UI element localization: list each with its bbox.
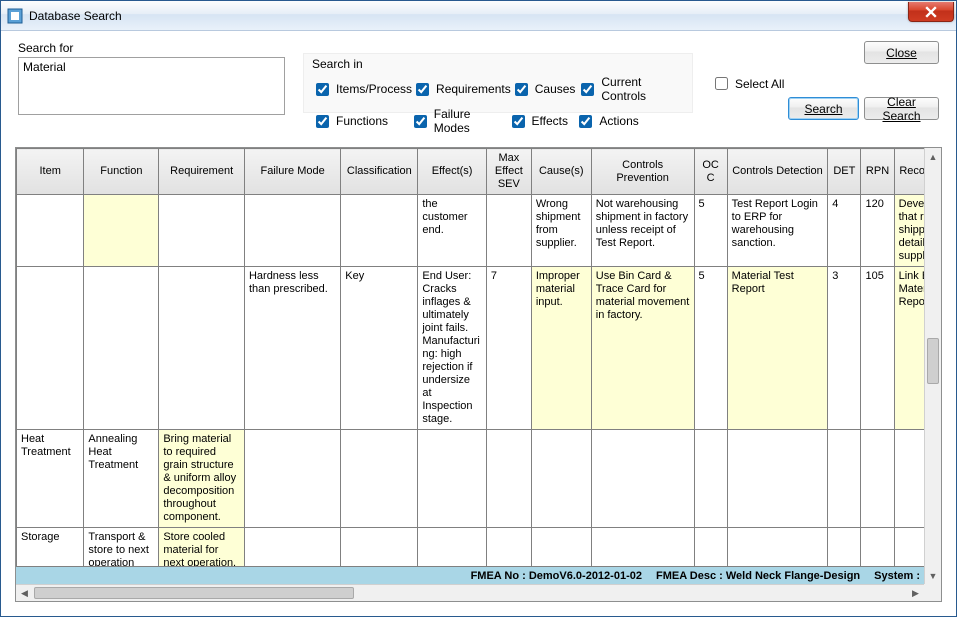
cell-effects[interactable] (418, 430, 487, 528)
cell-failure_mode[interactable] (244, 195, 340, 267)
results-table: Item Function Requirement Failure Mode C… (16, 148, 924, 574)
scroll-right-icon[interactable]: ▶ (907, 585, 924, 601)
col-detection[interactable]: Controls Detection (727, 149, 828, 195)
cb-items-process[interactable]: Items/Process (312, 75, 412, 103)
titlebar: Database Search (1, 1, 956, 31)
col-occ[interactable]: OCC (694, 149, 727, 195)
search-input[interactable] (18, 57, 285, 115)
col-effects[interactable]: Effect(s) (418, 149, 487, 195)
cell-actions[interactable] (894, 430, 924, 528)
cell-detection[interactable] (727, 430, 828, 528)
cell-prevention[interactable]: Not warehousing shipment in factory unle… (591, 195, 694, 267)
cell-det[interactable] (828, 430, 861, 528)
scroll-down-icon[interactable]: ▼ (925, 567, 941, 584)
table-row[interactable]: Heat TreatmentAnnealing Heat TreatmentBr… (17, 430, 925, 528)
cell-occ[interactable]: 5 (694, 195, 727, 267)
scroll-up-icon[interactable]: ▲ (925, 148, 941, 165)
search-for-label: Search for (18, 41, 73, 55)
cell-rpn[interactable]: 120 (861, 195, 894, 267)
cell-actions[interactable]: Link Bin Car Material Te Report. (894, 267, 924, 430)
col-actions[interactable]: Recomm Actio (894, 149, 924, 195)
cb-effects[interactable]: Effects (508, 107, 576, 135)
results-grid: Item Function Requirement Failure Mode C… (15, 147, 942, 602)
app-icon (7, 8, 23, 24)
cell-prevention[interactable]: Use Bin Card & Trace Card for material m… (591, 267, 694, 430)
search-in-label: Search in (312, 57, 684, 71)
cell-item[interactable] (17, 267, 84, 430)
col-causes[interactable]: Cause(s) (531, 149, 591, 195)
col-item[interactable]: Item (17, 149, 84, 195)
cell-prevention[interactable] (591, 430, 694, 528)
cb-functions[interactable]: Functions (312, 107, 410, 135)
cell-classification[interactable] (341, 195, 418, 267)
cb-failure-modes[interactable]: Failure Modes (410, 107, 508, 135)
content-area: Search for Search in Items/Process Requi… (1, 31, 956, 616)
search-in-group: Search in Items/Process Requirements Cau… (303, 53, 693, 113)
cell-classification[interactable] (341, 430, 418, 528)
col-prevention[interactable]: Controls Prevention (591, 149, 694, 195)
search-button[interactable]: Search (788, 97, 859, 120)
col-requirement[interactable]: Requirement (159, 149, 245, 195)
cell-detection[interactable]: Test Report Login to ERP for warehousing… (727, 195, 828, 267)
cell-actions[interactable]: Develop pro that require shipping ma det… (894, 195, 924, 267)
cell-det[interactable]: 4 (828, 195, 861, 267)
cell-function[interactable] (84, 267, 159, 430)
cell-rpn[interactable] (861, 430, 894, 528)
cell-item[interactable] (17, 195, 84, 267)
cell-classification[interactable]: Key (341, 267, 418, 430)
col-det[interactable]: DET (828, 149, 861, 195)
window-close-button[interactable] (908, 2, 954, 22)
col-function[interactable]: Function (84, 149, 159, 195)
cell-causes[interactable]: Improper material input. (531, 267, 591, 430)
cb-causes[interactable]: Causes (511, 75, 578, 103)
col-classification[interactable]: Classification (341, 149, 418, 195)
cell-requirement[interactable] (159, 195, 245, 267)
header-row: Item Function Requirement Failure Mode C… (17, 149, 925, 195)
cell-sev[interactable] (486, 430, 531, 528)
database-search-window: Database Search Search for Search in Ite… (0, 0, 957, 617)
cell-item[interactable]: Heat Treatment (17, 430, 84, 528)
cb-actions[interactable]: Actions (575, 107, 684, 135)
horizontal-scrollbar[interactable]: ◀ ▶ (16, 584, 924, 601)
cb-select-all[interactable]: Select All (711, 74, 784, 93)
cell-function[interactable] (84, 195, 159, 267)
col-sev[interactable]: Max Effect SEV (486, 149, 531, 195)
cell-occ[interactable] (694, 430, 727, 528)
col-failure-mode[interactable]: Failure Mode (244, 149, 340, 195)
cell-requirement[interactable]: Bring material to required grain structu… (159, 430, 245, 528)
cell-causes[interactable]: Wrong shipment from supplier. (531, 195, 591, 267)
window-title: Database Search (29, 9, 122, 23)
table-row[interactable]: Hardness less than prescribed.KeyEnd Use… (17, 267, 925, 430)
vertical-scrollbar[interactable]: ▲ ▼ (924, 148, 941, 584)
summary-bar: FMEA No : DemoV6.0-2012-01-02 FMEA Desc … (16, 566, 924, 584)
cell-failure_mode[interactable] (244, 430, 340, 528)
cell-occ[interactable]: 5 (694, 267, 727, 430)
close-icon (925, 6, 937, 18)
cell-function[interactable]: Annealing Heat Treatment (84, 430, 159, 528)
table-row[interactable]: the customer end. Wrong shipment from sup… (17, 195, 925, 267)
cell-requirement[interactable] (159, 267, 245, 430)
col-rpn[interactable]: RPN (861, 149, 894, 195)
cell-detection[interactable]: Material Test Report (727, 267, 828, 430)
clear-search-button[interactable]: Clear Search (864, 97, 939, 120)
cb-current-controls[interactable]: Current Controls (577, 75, 684, 103)
cell-effects[interactable]: End User: Cracks inflages & ultimately j… (418, 267, 487, 430)
vscroll-thumb[interactable] (927, 338, 939, 384)
cell-failure_mode[interactable]: Hardness less than prescribed. (244, 267, 340, 430)
search-panel: Search for Search in Items/Process Requi… (15, 41, 942, 143)
cb-requirements[interactable]: Requirements (412, 75, 511, 103)
hscroll-thumb[interactable] (34, 587, 354, 599)
close-button[interactable]: Close (864, 41, 939, 64)
cell-rpn[interactable]: 105 (861, 267, 894, 430)
cell-causes[interactable] (531, 430, 591, 528)
scroll-left-icon[interactable]: ◀ (16, 585, 33, 601)
cell-det[interactable]: 3 (828, 267, 861, 430)
cell-effects[interactable]: the customer end. (418, 195, 487, 267)
cell-sev[interactable]: 7 (486, 267, 531, 430)
scroll-corner (924, 584, 941, 601)
cell-sev[interactable] (486, 195, 531, 267)
grid-viewport[interactable]: Item Function Requirement Failure Mode C… (16, 148, 924, 584)
